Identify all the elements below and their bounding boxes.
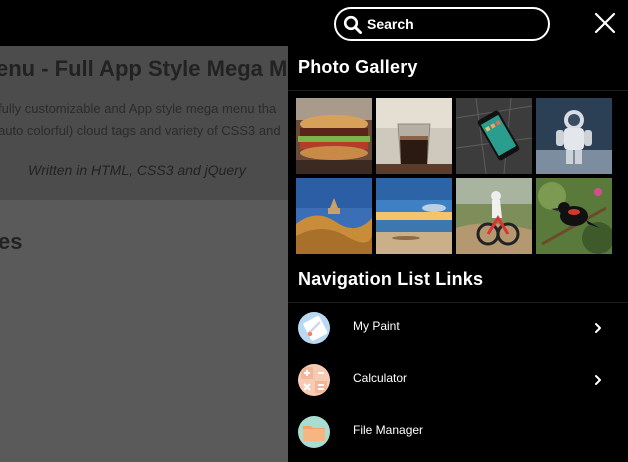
file-manager-icon [298, 416, 330, 448]
background-page-title: enu - Full App Style Mega M [0, 56, 288, 81]
chevron-right-icon [595, 375, 601, 385]
search-input[interactable] [367, 14, 537, 34]
nav-item-my-paint[interactable]: My Paint [288, 302, 628, 354]
astronaut-photo[interactable] [536, 98, 612, 174]
nav-item-label: My Paint [353, 319, 400, 333]
search-box[interactable] [334, 7, 550, 41]
mountain-biker-photo[interactable] [456, 178, 532, 254]
nav-item-label: Calculator [353, 371, 408, 385]
background-written-in: Written in HTML, CSS3 and jQuery [28, 162, 246, 178]
paint-icon [298, 312, 330, 344]
background-description-line: auto colorful) cloud tags and variety of… [0, 123, 281, 138]
glass-of-coffee-photo[interactable] [376, 98, 452, 174]
nav-item-calculator[interactable]: Calculator [288, 354, 628, 406]
close-icon[interactable] [592, 10, 618, 36]
smartphone-on-map-photo[interactable] [456, 98, 532, 174]
desert-dunes-photo[interactable] [296, 178, 372, 254]
calculator-icon [298, 364, 330, 396]
nav-item-file-manager[interactable]: File Manager [288, 406, 628, 458]
sandwich-photo[interactable] [296, 98, 372, 174]
chevron-right-icon [595, 323, 601, 333]
nav-title: Navigation List Links [298, 269, 484, 289]
background-description-line: fully customizable and App style mega me… [0, 101, 277, 116]
mega-menu-panel: Photo Gallery Navigation List Links My P… [288, 46, 628, 462]
nav-item-label: File Manager [353, 423, 424, 437]
red-winged-blackbird-photo[interactable] [536, 178, 612, 254]
divider [288, 90, 628, 91]
gallery-title: Photo Gallery [298, 57, 418, 77]
beach-sunset-photo[interactable] [376, 178, 452, 254]
search-icon [343, 15, 362, 34]
background-description: fully customizable and App style mega me… [0, 98, 281, 142]
background-section-heading: es [0, 229, 23, 254]
